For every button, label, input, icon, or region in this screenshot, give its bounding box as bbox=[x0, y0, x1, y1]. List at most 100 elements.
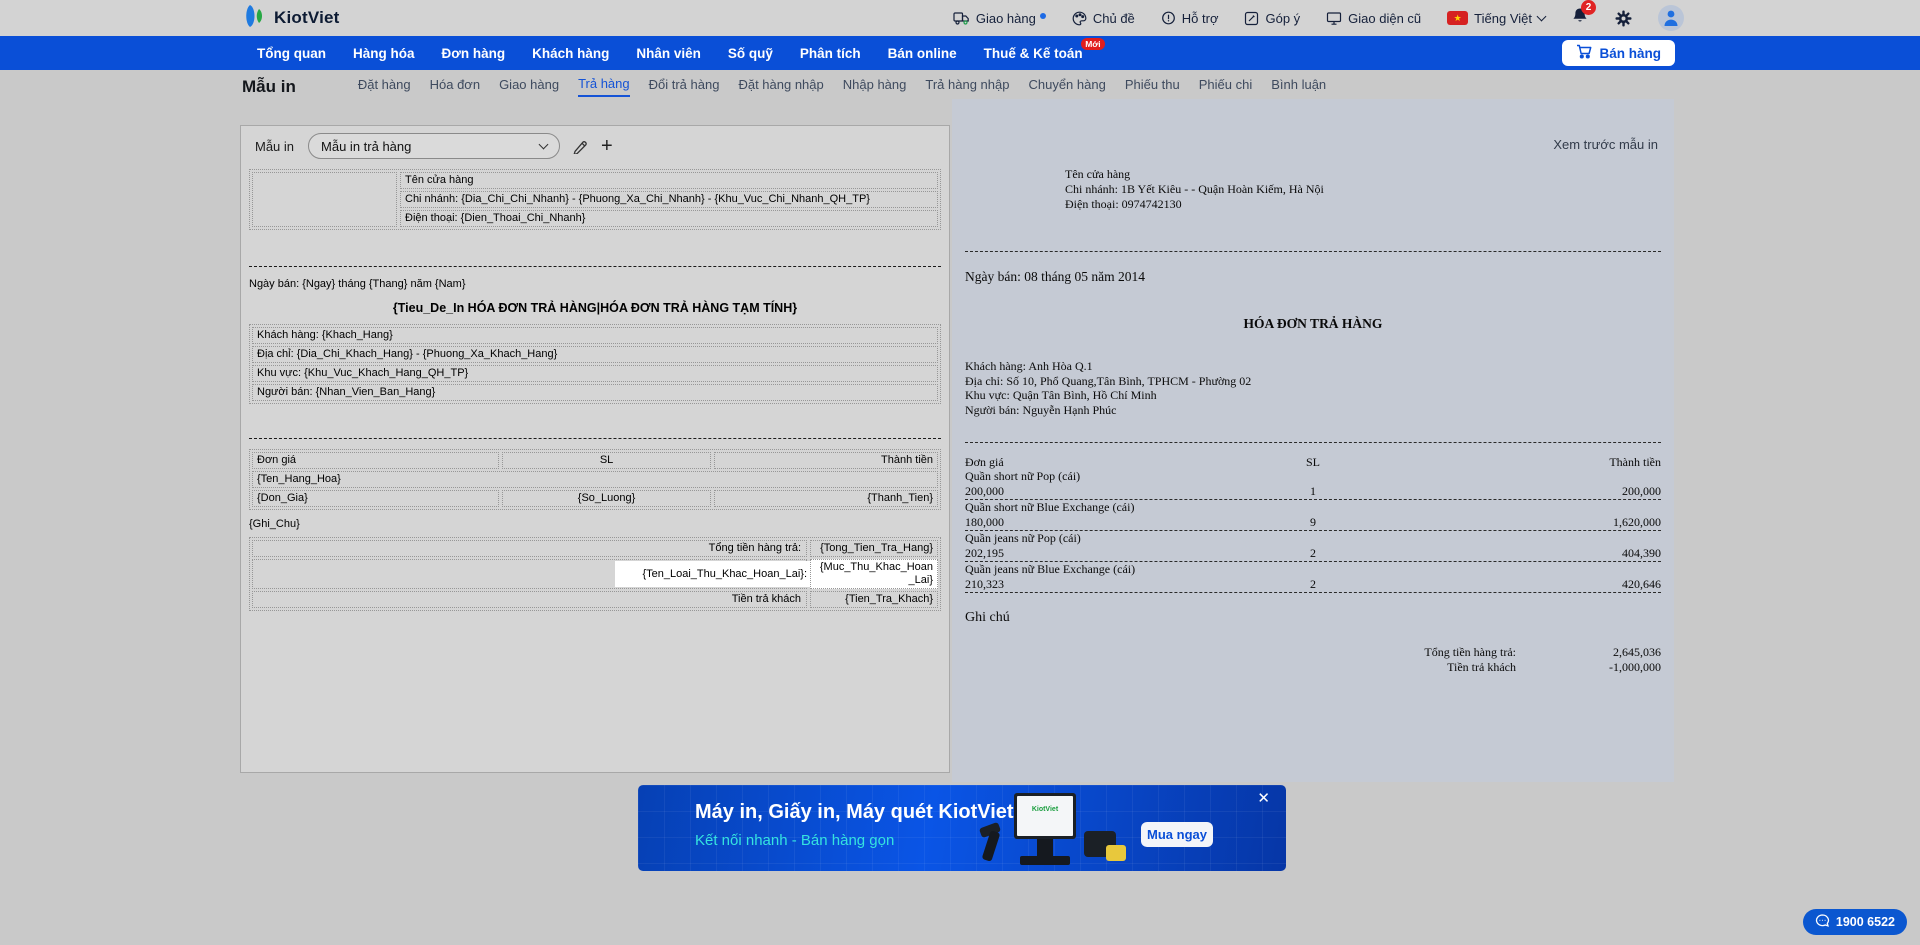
chevron-down-icon bbox=[538, 139, 549, 150]
template-body: Tên cửa hàng Chi nhánh: {Dia_Chi_Chi_Nha… bbox=[241, 165, 949, 611]
edit-template-button[interactable] bbox=[570, 136, 589, 156]
topbar-item-label: Chủ đề bbox=[1092, 10, 1135, 26]
topbar-item-gop-y[interactable]: Góp ý bbox=[1244, 11, 1300, 26]
tpl-total-label[interactable]: Tiền trả khách bbox=[252, 591, 807, 608]
preview-total-label: Tổng tiền hàng trả: bbox=[1424, 645, 1516, 659]
tpl-totals-table[interactable]: Tổng tiền hàng trả: {Tong_Tien_Tra_Hang}… bbox=[249, 537, 941, 611]
nav-item-tong-quan[interactable]: Tổng quan bbox=[257, 46, 326, 61]
tpl-customer-line[interactable]: Người bán: {Nhan_Vien_Ban_Hang} bbox=[252, 384, 938, 401]
topbar-item-label: Tiếng Việt bbox=[1474, 10, 1532, 26]
tab-tra-hang[interactable]: Trả hàng bbox=[578, 76, 630, 97]
nav-item-don-hang[interactable]: Đơn hàng bbox=[442, 46, 506, 61]
nav-item-thue-ke-toan[interactable]: Thuế & Kế toán Mới bbox=[984, 37, 1105, 61]
tab-dat-hang[interactable]: Đặt hàng bbox=[358, 77, 411, 96]
page-title: Mẫu in bbox=[242, 76, 296, 96]
tpl-item-name[interactable]: {Ten_Hang_Hoa} bbox=[252, 471, 938, 488]
tpl-items-table[interactable]: Đơn giá SL Thành tiền {Ten_Hang_Hoa} {Do… bbox=[249, 449, 941, 510]
tpl-title[interactable]: {Tieu_De_In HÓA ĐƠN TRẢ HÀNG|HÓA ĐƠN TRẢ… bbox=[249, 301, 941, 315]
topbar-item-label: Giao diện cũ bbox=[1348, 10, 1422, 26]
language-selector[interactable]: ★ Tiếng Việt bbox=[1447, 10, 1547, 26]
preview-customer-line: Địa chỉ: Số 10, Phổ Quang,Tân Bình, TPHC… bbox=[965, 373, 1252, 388]
preview-table-header: Đơn giá SL Thành tiền bbox=[965, 455, 1661, 469]
tpl-total-value[interactable]: {Tien_Tra_Khach} bbox=[810, 591, 938, 608]
tab-nhap-hang[interactable]: Nhập hàng bbox=[843, 77, 907, 96]
tpl-store-line[interactable]: Chi nhánh: {Dia_Chi_Chi_Nhanh} - {Phuong… bbox=[400, 191, 938, 208]
tab-giao-hang[interactable]: Giao hàng bbox=[499, 77, 559, 96]
tpl-logo-cell[interactable] bbox=[252, 172, 397, 227]
tpl-divider bbox=[249, 438, 941, 439]
notification-badge: 2 bbox=[1581, 0, 1596, 15]
tpl-col-thanh-tien[interactable]: Thành tiền bbox=[714, 452, 938, 469]
tpl-customer-line[interactable]: Khu vực: {Khu_Vuc_Khach_Hang_QH_TP} bbox=[252, 365, 938, 382]
cart-icon bbox=[1576, 44, 1592, 62]
help-bubble-icon bbox=[1161, 11, 1176, 26]
nav-item-khach-hang[interactable]: Khách hàng bbox=[532, 46, 609, 61]
tpl-item-price[interactable]: {Don_Gia} bbox=[252, 490, 499, 507]
mua-ngay-button[interactable]: Mua ngay bbox=[1141, 822, 1213, 847]
topbar-item-ho-tro[interactable]: Hỗ trợ bbox=[1161, 11, 1218, 26]
tpl-col-sl[interactable]: SL bbox=[501, 452, 712, 469]
preview-store-line: Điện thoại: 0974742130 bbox=[1065, 197, 1182, 211]
preview-customer-line: Khách hàng: Anh Hòa Q.1 bbox=[965, 359, 1093, 373]
tpl-customer-line[interactable]: Địa chỉ: {Dia_Chi_Khach_Hang} - {Phuong_… bbox=[252, 346, 938, 363]
promo-banner[interactable]: Máy in, Giấy in, Máy quét KiotViet Kết n… bbox=[638, 785, 1286, 871]
feedback-icon bbox=[1244, 11, 1259, 26]
tpl-date-line[interactable]: Ngày bán: {Ngay} tháng {Thang} năm {Nam} bbox=[249, 278, 941, 290]
topbar-item-giao-hang[interactable]: Giao hàng bbox=[953, 11, 1046, 26]
palette-icon bbox=[1072, 11, 1087, 26]
tab-doi-tra-hang[interactable]: Đổi trả hàng bbox=[649, 77, 720, 96]
tpl-item-total[interactable]: {Thanh_Tien} bbox=[714, 490, 938, 507]
preview-customer-line: Khu vực: Quận Tân Bình, Hồ Chí Minh bbox=[965, 388, 1157, 402]
monitor-icon bbox=[1326, 11, 1342, 26]
close-icon[interactable]: ✕ bbox=[1257, 789, 1270, 807]
tpl-customer-line[interactable]: Khách hàng: {Khach_Hang} bbox=[252, 327, 938, 344]
preview-item-row: Quần short nữ Blue Exchange (cái) 180,00… bbox=[965, 500, 1661, 531]
nav-item-ban-online[interactable]: Bán online bbox=[888, 46, 957, 61]
topbar-item-chu-de[interactable]: Chủ đề bbox=[1072, 11, 1135, 26]
tab-dat-hang-nhap[interactable]: Đặt hàng nhập bbox=[738, 77, 823, 96]
preview-store-line: Tên cửa hàng bbox=[1065, 167, 1131, 181]
main-navbar: Tổng quan Hàng hóa Đơn hàng Khách hàng N… bbox=[0, 36, 1920, 70]
kiotviet-logo[interactable]: KiotViet bbox=[243, 4, 340, 33]
preview-store-line: Chi nhánh: 1B Yết Kiêu - - Quận Hoàn Kiế… bbox=[1065, 182, 1324, 196]
tab-chuyen-hang[interactable]: Chuyển hàng bbox=[1028, 77, 1105, 96]
tpl-store-line[interactable]: Điện thoại: {Dien_Thoai_Chi_Nhanh} bbox=[400, 210, 938, 227]
preview-divider bbox=[965, 442, 1661, 443]
tab-tra-hang-nhap[interactable]: Trả hàng nhập bbox=[925, 77, 1009, 96]
tab-phieu-thu[interactable]: Phiếu thu bbox=[1125, 77, 1180, 96]
notifications-button[interactable]: 2 bbox=[1571, 0, 1596, 30]
tpl-store-line[interactable]: Tên cửa hàng bbox=[400, 172, 938, 189]
tpl-total-label-selected[interactable]: {Ten_Loai_Thu_Khac_Hoan_Lai}: bbox=[252, 559, 811, 589]
user-avatar[interactable] bbox=[1658, 5, 1684, 31]
preview-note-label: Ghi chú bbox=[965, 610, 1010, 625]
settings-button[interactable] bbox=[1615, 10, 1632, 27]
preview-item-name: Quần jeans nữ Blue Exchange (cái) bbox=[965, 562, 1136, 576]
topbar-item-giao-dien-cu[interactable]: Giao diện cũ bbox=[1326, 11, 1421, 26]
tpl-total-value[interactable]: {Tong_Tien_Tra_Hang} bbox=[810, 540, 938, 557]
nav-item-hang-hoa[interactable]: Hàng hóa bbox=[353, 46, 415, 61]
tpl-total-label[interactable]: Tổng tiền hàng trả: bbox=[252, 540, 807, 557]
tpl-note[interactable]: {Ghi_Chu} bbox=[249, 518, 941, 530]
person-icon bbox=[1663, 9, 1679, 31]
preview-date-line: Ngày bán: 08 tháng 05 năm 2014 bbox=[965, 269, 1145, 284]
tpl-col-don-gia[interactable]: Đơn giá bbox=[252, 452, 499, 469]
tab-phieu-chi[interactable]: Phiếu chi bbox=[1199, 77, 1252, 96]
ban-hang-button[interactable]: Bán hàng bbox=[1562, 40, 1675, 66]
tpl-store-table[interactable]: Tên cửa hàng Chi nhánh: {Dia_Chi_Chi_Nha… bbox=[249, 169, 941, 230]
nav-item-nhan-vien[interactable]: Nhân viên bbox=[636, 46, 701, 61]
tpl-customer-table[interactable]: Khách hàng: {Khach_Hang} Địa chỉ: {Dia_C… bbox=[249, 324, 941, 404]
topbar-item-label: Góp ý bbox=[1265, 10, 1301, 26]
chevron-down-icon bbox=[1536, 11, 1547, 22]
nav-item-so-quy[interactable]: Số quỹ bbox=[728, 46, 773, 61]
nav-item-phan-tich[interactable]: Phân tích bbox=[800, 46, 861, 61]
preview-item-row: Quần short nữ Pop (cái) 200,000 1 200,00… bbox=[965, 469, 1661, 500]
tpl-total-value-selected[interactable]: {Muc_Thu_Khac_Hoan_Lai} bbox=[810, 559, 938, 589]
tab-hoa-don[interactable]: Hóa đơn bbox=[430, 77, 480, 96]
add-template-button[interactable]: + bbox=[599, 136, 615, 156]
hotline-chat-button[interactable]: 1900 6522 bbox=[1802, 909, 1907, 935]
kiotviet-logo-icon bbox=[243, 4, 268, 33]
chat-bubble-icon bbox=[1815, 913, 1830, 931]
tpl-item-qty[interactable]: {So_Luong} bbox=[501, 490, 712, 507]
template-select[interactable]: Mẫu in trả hàng bbox=[308, 133, 561, 159]
tab-binh-luan[interactable]: Bình luận bbox=[1271, 77, 1326, 96]
